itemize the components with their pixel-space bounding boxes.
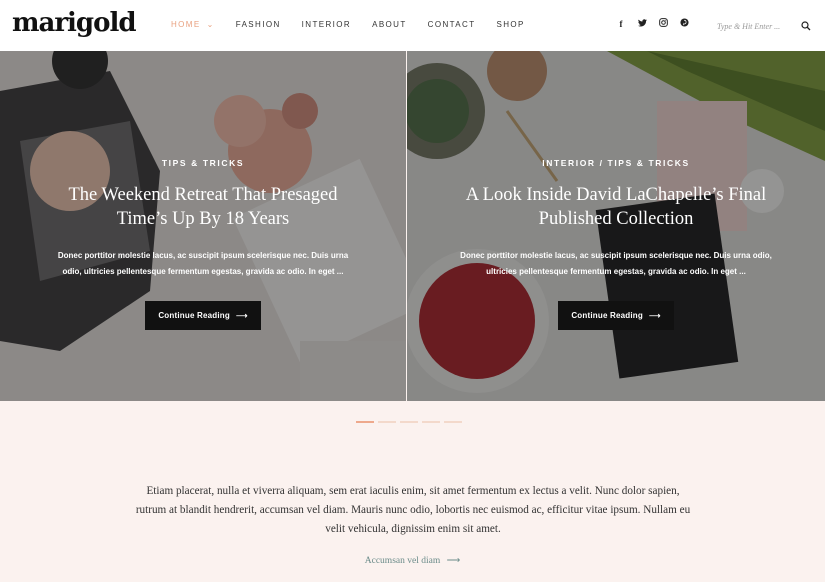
carousel-pagination	[356, 421, 462, 423]
carousel-dot[interactable]	[356, 421, 374, 423]
nav-item-label: HOME	[171, 20, 201, 29]
twitter-icon[interactable]	[637, 18, 647, 30]
carousel-dot[interactable]	[422, 421, 440, 423]
facebook-icon[interactable]: f	[616, 18, 626, 30]
post-excerpt: Donec porttitor molestie lacus, ac susci…	[57, 251, 349, 276]
site-logo[interactable]: marigold	[12, 8, 137, 38]
social-links: f	[616, 18, 689, 30]
nav-item-interior[interactable]: INTERIOR	[302, 19, 351, 31]
chevron-down-icon: ⌄	[206, 20, 215, 29]
instagram-icon[interactable]	[658, 18, 668, 30]
carousel-dot[interactable]	[444, 421, 462, 423]
carousel-dot[interactable]	[378, 421, 396, 423]
intro-link-label: Accumsan vel diam	[364, 556, 441, 566]
featured-slide-1: TIPS & TRICKS The Weekend Retreat That P…	[0, 51, 406, 401]
nav-item-home[interactable]: HOME ⌄	[171, 19, 215, 31]
slide-content: INTERIOR / TIPS & TRICKS A Look Inside D…	[407, 157, 825, 330]
nav-item-shop[interactable]: SHOP	[497, 19, 525, 31]
search-box	[717, 16, 813, 35]
post-category[interactable]: INTERIOR / TIPS & TRICKS	[407, 157, 825, 169]
carousel-dot[interactable]	[400, 421, 418, 423]
button-label: Continue Reading	[571, 311, 643, 320]
arrow-right-icon: ⟶	[446, 556, 461, 566]
post-excerpt: Donec porttitor molestie lacus, ac susci…	[460, 251, 772, 276]
continue-reading-button[interactable]: Continue Reading ⟶	[558, 301, 674, 330]
site-header: marigold HOME ⌄ FASHION INTERIOR ABOUT CO…	[0, 0, 825, 51]
button-label: Continue Reading	[158, 311, 230, 320]
arrow-right-icon: ⟶	[648, 311, 661, 320]
post-title[interactable]: A Look Inside David LaChapelle’s Final P…	[407, 183, 825, 231]
nav-item-fashion[interactable]: FASHION	[236, 19, 281, 31]
continue-reading-button[interactable]: Continue Reading ⟶	[145, 301, 261, 330]
nav-item-contact[interactable]: CONTACT	[428, 19, 476, 31]
post-title[interactable]: The Weekend Retreat That Presaged Time’s…	[0, 183, 406, 231]
main-nav: HOME ⌄ FASHION INTERIOR ABOUT CONTACT SHO…	[171, 19, 546, 31]
slide-content: TIPS & TRICKS The Weekend Retreat That P…	[0, 157, 406, 330]
intro-link[interactable]: Accumsan vel diam ⟶	[0, 555, 825, 566]
pinterest-icon[interactable]	[679, 18, 689, 30]
post-category[interactable]: TIPS & TRICKS	[0, 157, 406, 169]
featured-slide-2: INTERIOR / TIPS & TRICKS A Look Inside D…	[407, 51, 825, 401]
arrow-right-icon: ⟶	[235, 311, 248, 320]
intro-text: Etiam placerat, nulla et viverra aliquam…	[135, 485, 691, 535]
search-input[interactable]	[717, 18, 791, 35]
nav-item-about[interactable]: ABOUT	[372, 19, 407, 31]
search-icon[interactable]	[801, 18, 813, 31]
